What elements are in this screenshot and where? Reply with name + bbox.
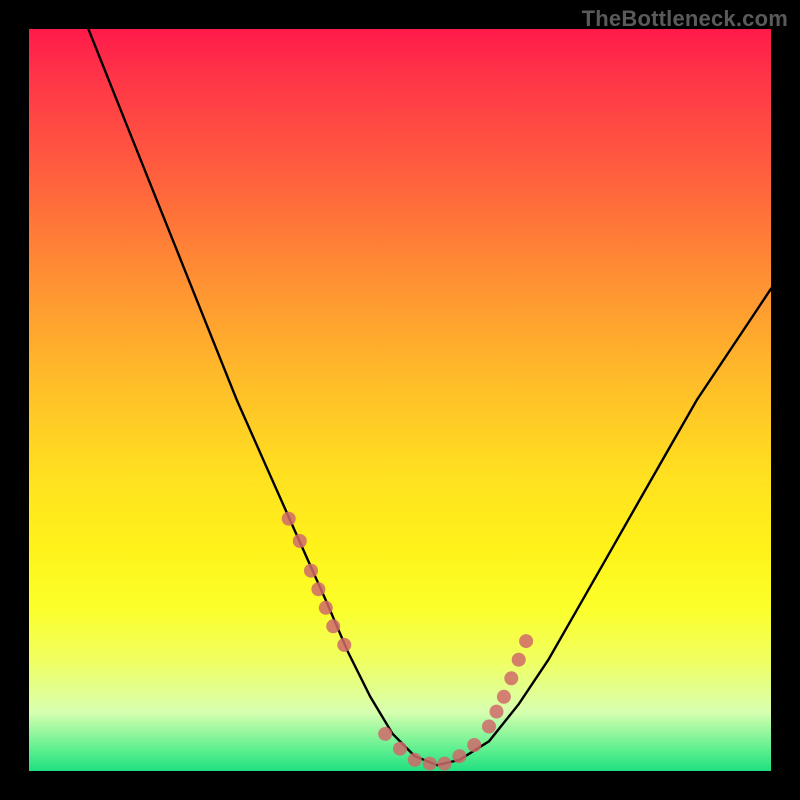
highlight-dot (438, 757, 452, 771)
highlight-dot (282, 512, 296, 526)
highlight-dot (467, 738, 481, 752)
highlight-dot (378, 727, 392, 741)
highlight-dot (482, 720, 496, 734)
plot-area (29, 29, 771, 771)
highlight-dot (326, 619, 340, 633)
highlight-dot (423, 757, 437, 771)
highlight-dot (452, 749, 466, 763)
highlight-dot (311, 582, 325, 596)
highlight-dot (497, 690, 511, 704)
highlight-dot (293, 534, 307, 548)
highlight-dot (319, 601, 333, 615)
highlight-dot (304, 564, 318, 578)
highlight-dot (393, 742, 407, 756)
chart-frame: TheBottleneck.com (0, 0, 800, 800)
bottleneck-curve (88, 29, 771, 765)
highlight-dot (490, 705, 504, 719)
highlight-dot (337, 638, 351, 652)
curve-svg (29, 29, 771, 771)
highlight-dot (408, 753, 422, 767)
highlight-dot (519, 634, 533, 648)
highlight-dot (512, 653, 526, 667)
highlight-dot (504, 671, 518, 685)
